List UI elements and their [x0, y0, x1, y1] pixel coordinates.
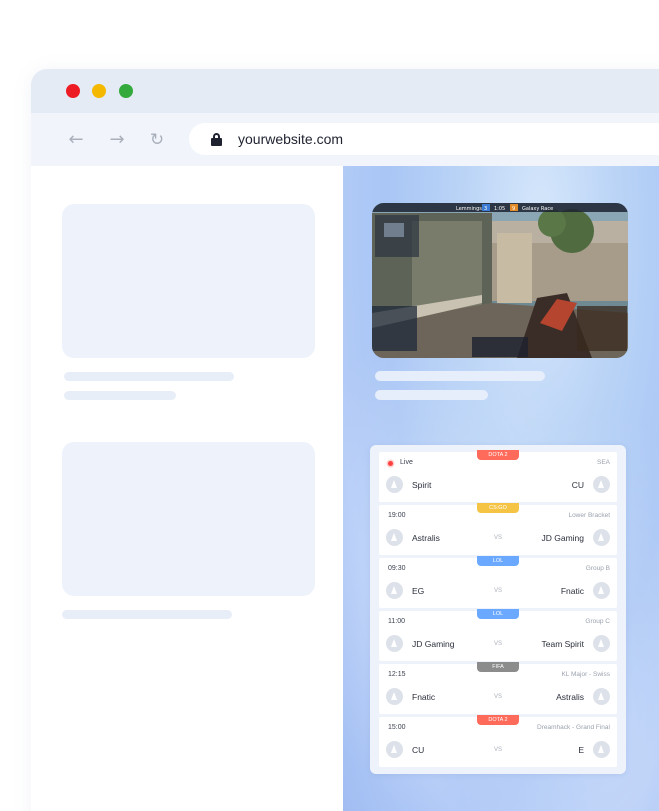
arrow-left-icon[interactable]: ←: [65, 129, 87, 151]
hud-score-left: 3: [484, 206, 487, 212]
placeholder-column: [31, 166, 343, 811]
title-bar: [31, 69, 659, 113]
match-card[interactable]: LOL 09:30 Group B EG VS Fnatic: [379, 556, 617, 608]
game-tag: DOTA 2: [477, 450, 519, 460]
placeholder-line: [64, 391, 176, 400]
address-bar[interactable]: yourwebsite.com: [189, 123, 659, 155]
match-time: 19:00: [388, 512, 406, 519]
match-card[interactable]: DOTA 2 15:00 Dreamhack - Grand Final CU …: [379, 715, 617, 767]
match-stage: Lower Bracket: [568, 512, 610, 519]
placeholder-line: [62, 610, 232, 619]
match-time: 11:00: [388, 618, 405, 625]
match-card[interactable]: DOTA 2 Live SEA Spirit CU: [379, 450, 617, 502]
match-stage: Group C: [585, 618, 610, 625]
placeholder-line: [64, 372, 234, 381]
match-stage: KL Major - Swiss: [561, 671, 610, 678]
match-card[interactable]: FIFA 12:15 KL Major - Swiss Fnatic VS As…: [379, 662, 617, 714]
stream-video[interactable]: Lemmings 3 1:05 9 Galaxy Race: [372, 203, 628, 358]
arrow-right-icon[interactable]: →: [106, 129, 128, 151]
placeholder-card: [62, 204, 315, 358]
match-time: 12:15: [388, 671, 406, 678]
browser-window: ← → ↻ yourwebsite.com Lemmings 3 1:05 9 …: [31, 69, 659, 811]
team-2-name: Fnatic: [560, 586, 584, 596]
team-2-name: E: [578, 745, 584, 755]
page-content: Lemmings 3 1:05 9 Galaxy Race DOTA 2 Liv…: [31, 166, 659, 811]
close-window-button[interactable]: [66, 84, 80, 98]
placeholder-card: [62, 442, 315, 596]
match-card[interactable]: LOL 11:00 Group C JD Gaming VS Team Spir…: [379, 609, 617, 661]
hud-team-right: Galaxy Race: [522, 206, 553, 212]
team-2-name: Astralis: [556, 692, 584, 702]
hud-score-right: 9: [512, 206, 515, 212]
team-logo-icon: [593, 635, 610, 652]
live-indicator-icon: [388, 461, 393, 466]
team-1-name: Spirit: [412, 480, 432, 490]
placeholder-line: [375, 371, 545, 381]
hud-team-left: Lemmings: [456, 206, 482, 212]
placeholder-line: [375, 390, 488, 400]
match-stage: SEA: [596, 459, 610, 466]
team-2-name: CU: [571, 480, 584, 490]
reload-icon[interactable]: ↻: [146, 129, 168, 151]
match-card[interactable]: CS:GO 19:00 Lower Bracket Astralis VS JD…: [379, 503, 617, 555]
game-tag: FIFA: [477, 662, 519, 672]
match-time: 09:30: [388, 565, 406, 572]
match-time: 15:00: [388, 724, 406, 731]
game-tag: LOL: [477, 556, 519, 566]
matches-panel: DOTA 2 Live SEA Spirit CU CS:GO 19:00 Lo…: [370, 445, 626, 774]
maximize-window-button[interactable]: [119, 84, 133, 98]
live-label: Live: [400, 459, 413, 466]
team-logo-icon: [593, 476, 610, 493]
team-2-name: JD Gaming: [541, 533, 584, 543]
hud-time: 1:05: [494, 206, 505, 212]
game-tag: CS:GO: [477, 503, 519, 513]
team-logo-icon: [386, 476, 403, 493]
team-2-name: Team Spirit: [541, 639, 584, 649]
team-logo-icon: [593, 582, 610, 599]
navigation-bar: ← → ↻ yourwebsite.com: [31, 113, 659, 166]
url-text[interactable]: yourwebsite.com: [238, 131, 343, 147]
match-stage: Dreamhack - Grand Final: [537, 724, 610, 731]
game-tag: DOTA 2: [477, 715, 519, 725]
team-logo-icon: [593, 741, 610, 758]
team-logo-icon: [593, 688, 610, 705]
lock-icon: [211, 133, 222, 146]
minimize-window-button[interactable]: [92, 84, 106, 98]
match-stage: Group B: [585, 565, 610, 572]
game-tag: LOL: [477, 609, 519, 619]
esports-widget-column: Lemmings 3 1:05 9 Galaxy Race DOTA 2 Liv…: [343, 166, 659, 811]
team-logo-icon: [593, 529, 610, 546]
